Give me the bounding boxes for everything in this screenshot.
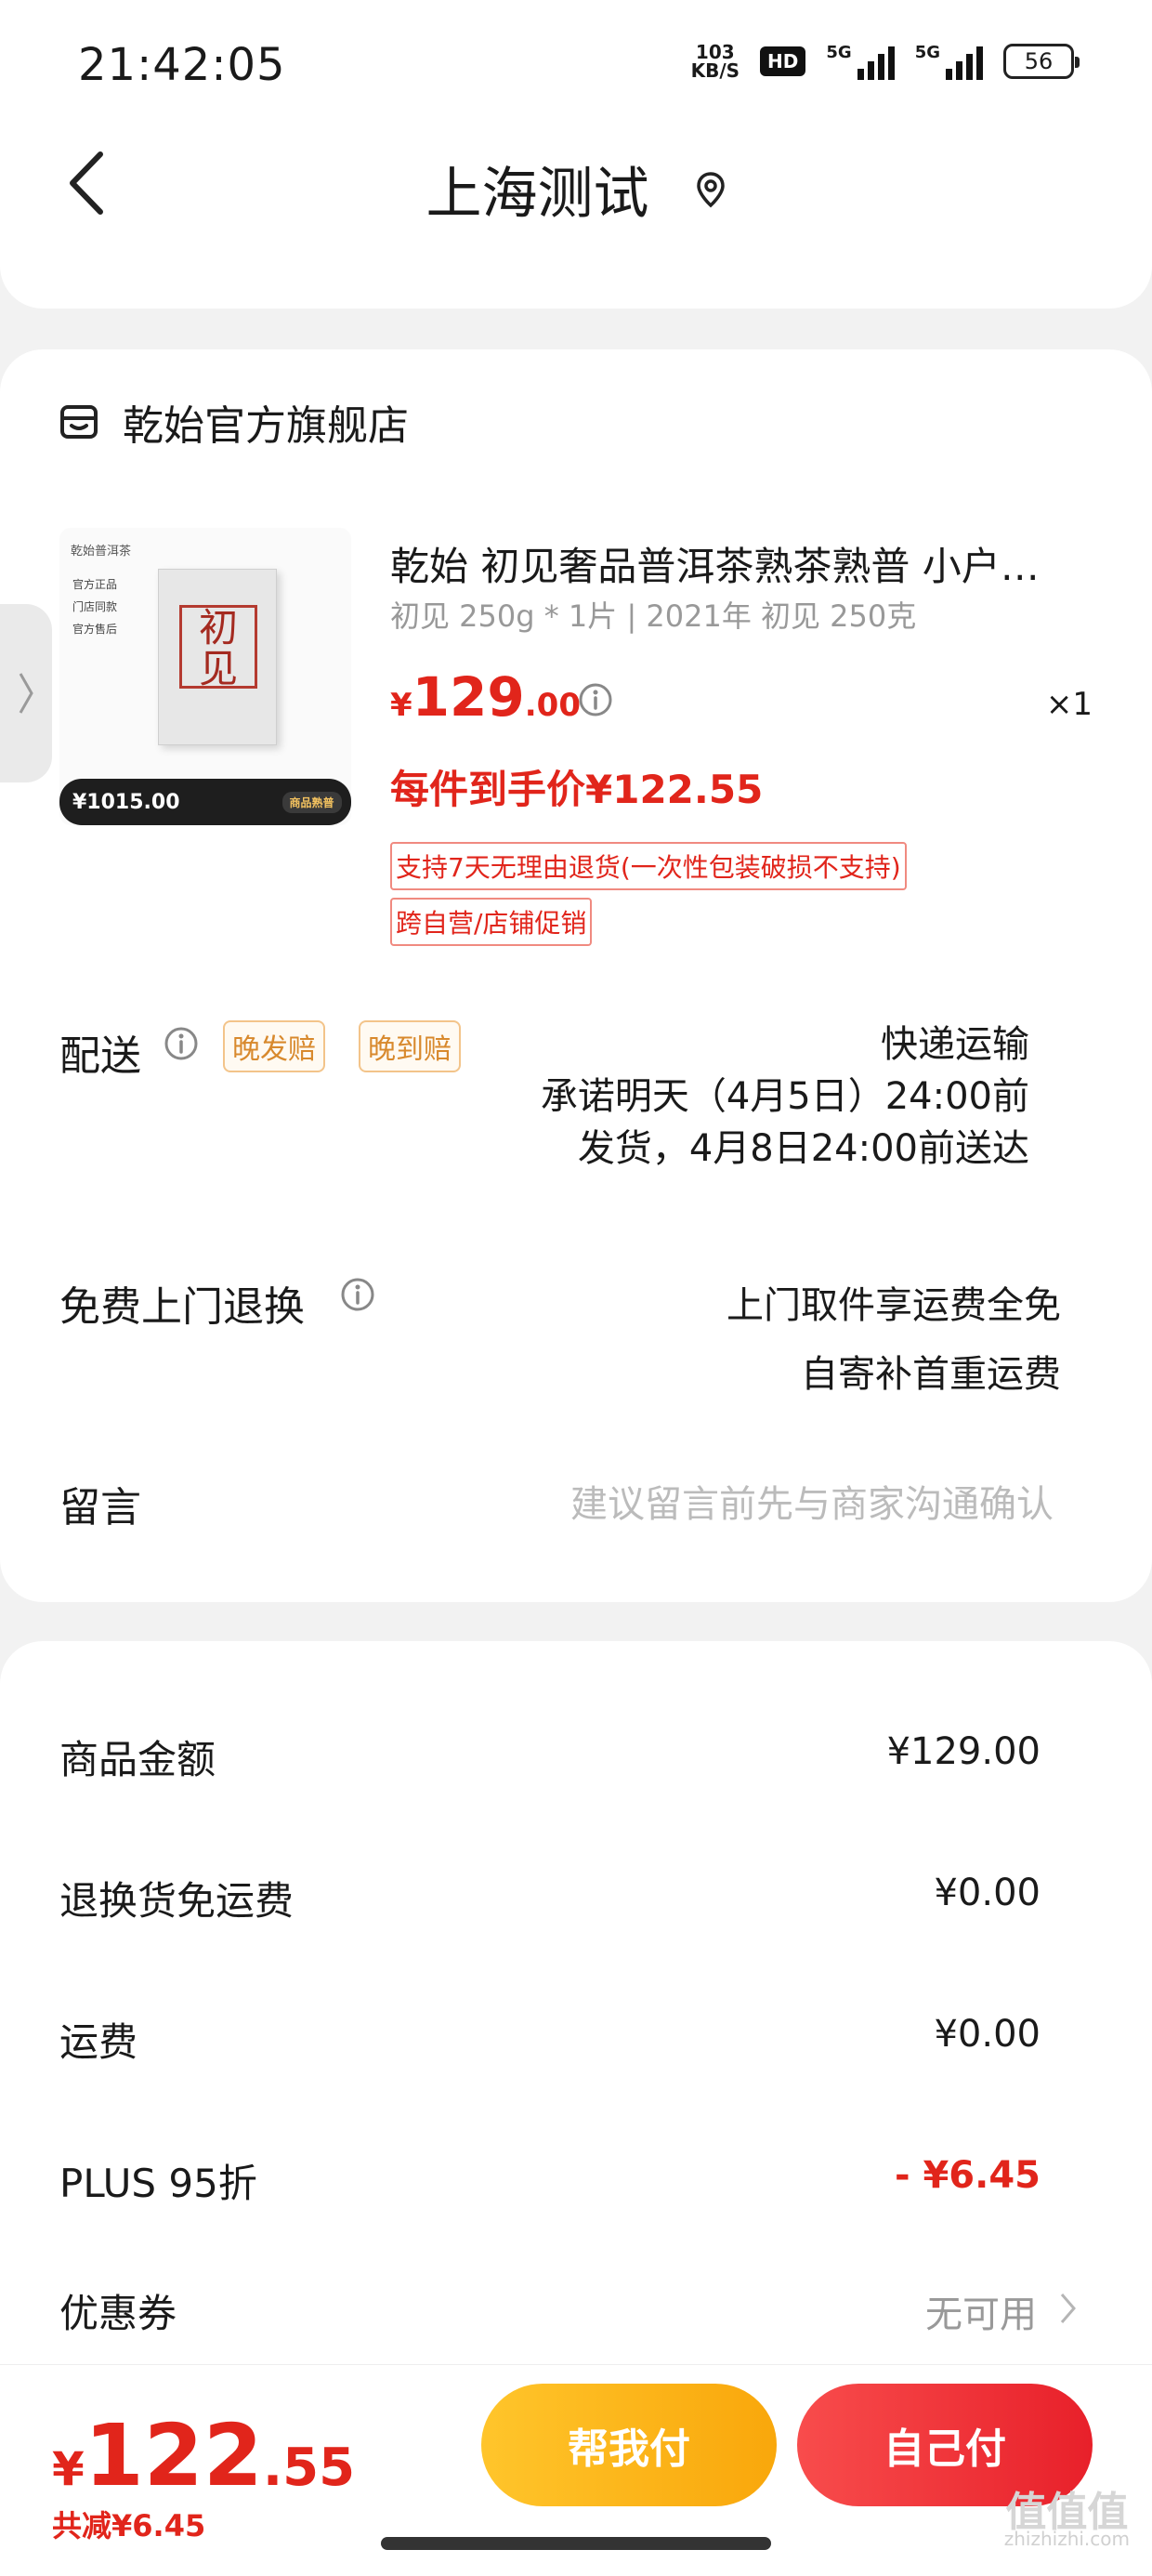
coupon-value[interactable]: 无可用 [925, 2284, 1037, 2338]
product-title[interactable]: 乾始 初见奢品普洱茶熟茶熟普 小户… [390, 535, 1096, 592]
quantity: ×1 [1045, 686, 1093, 723]
summary-row-value: ¥129.00 [886, 1730, 1041, 1773]
hd-icon: HD [760, 46, 806, 76]
message-input[interactable]: 建议留言前先与商家沟通确认 [570, 1474, 1054, 1528]
order-card: 乾始官方旗舰店 乾始普洱茶 官方正品 门店同款 官方售后 初见 ¥1015.00… [0, 349, 1152, 1602]
help-pay-button[interactable]: 帮我付 [481, 2384, 777, 2506]
page-title[interactable]: 上海测试 [0, 149, 1152, 230]
return-policy-tag: 支持7天无理由退货(一次性包装破损不支持) [390, 842, 907, 890]
promotion-tag: 跨自营/店铺促销 [390, 898, 593, 946]
product-image-brand: 乾始普洱茶 [71, 545, 132, 559]
summary-row-label: 运费 [59, 2019, 138, 2065]
product-image-price-bar: ¥1015.00 商品熟普 [59, 779, 351, 825]
chevron-right-icon [19, 673, 33, 714]
store-name: 乾始官方旗舰店 [123, 402, 409, 450]
coupon-label[interactable]: 优惠券 [59, 2282, 177, 2339]
battery-icon: 56 [1003, 44, 1080, 79]
chevron-right-icon[interactable] [1059, 2292, 1078, 2325]
plus-discount-value: - ¥6.45 [894, 2154, 1041, 2197]
summary-row-label: 退换货免运费 [59, 1878, 295, 1924]
late-dispatch-compensation-badge: 晚发赔 [223, 1020, 325, 1072]
checkout-page: 21:42:05 103 KB/S HD 5G 5G 56 上海测试 乾始官方旗… [0, 0, 1152, 2576]
product-price: ¥129.00 [390, 665, 581, 729]
message-label: 留言 [59, 1484, 141, 1531]
return-service-label: 免费上门退换 [59, 1283, 305, 1331]
summary-row-label: PLUS 95折 [59, 2161, 257, 2206]
signal-5g-icon-2: 5G [915, 43, 983, 80]
delivery-method[interactable]: 快递运输 承诺明天（4月5日）24:00前 发货，4月8日24:00前送达 [541, 1019, 1029, 1175]
package-seal: 初见 [179, 605, 257, 690]
price-info-icon[interactable] [578, 682, 613, 717]
net-speed: 103 KB/S [690, 41, 740, 82]
tea-package: 初见 [158, 569, 277, 745]
summary-row-value: ¥0.00 [934, 1872, 1041, 1914]
product-image[interactable]: 乾始普洱茶 官方正品 门店同款 官方售后 初见 ¥1015.00 商品熟普 [59, 528, 351, 825]
return-info-icon[interactable] [340, 1277, 375, 1312]
unit-final-price: 每件到手价¥122.55 [390, 767, 764, 812]
watermark: 值值值 zhizhizhi.com [1003, 2489, 1130, 2551]
summary-row-label: 商品金额 [59, 1737, 216, 1782]
delivery-info-icon[interactable] [164, 1026, 199, 1061]
delivery-label: 配送 [59, 1032, 141, 1080]
total-saved: 共减¥6.45 [52, 2508, 206, 2543]
summary-row-value: ¥0.00 [934, 2013, 1041, 2056]
return-service-detail: 上门取件享运费全免 自寄补首重运费 [727, 1284, 1061, 1396]
location-pin-icon [696, 171, 725, 207]
status-time: 21:42:05 [78, 39, 286, 91]
home-indicator[interactable] [381, 2537, 771, 2550]
side-drawer-handle[interactable] [0, 604, 52, 782]
signal-5g-icon: 5G [826, 43, 895, 80]
store-header[interactable]: 乾始官方旗舰店 [59, 392, 409, 452]
product-spec: 初见 250g * 1片 | 2021年 初见 250克 [390, 598, 917, 634]
header-card: 21:42:05 103 KB/S HD 5G 5G 56 上海测试 [0, 0, 1152, 309]
late-arrival-compensation-badge: 晚到赔 [359, 1020, 461, 1072]
store-icon [60, 405, 98, 439]
status-icons: 103 KB/S HD 5G 5G 56 [690, 41, 1080, 82]
total-price: ¥122.55 [52, 2406, 356, 2505]
